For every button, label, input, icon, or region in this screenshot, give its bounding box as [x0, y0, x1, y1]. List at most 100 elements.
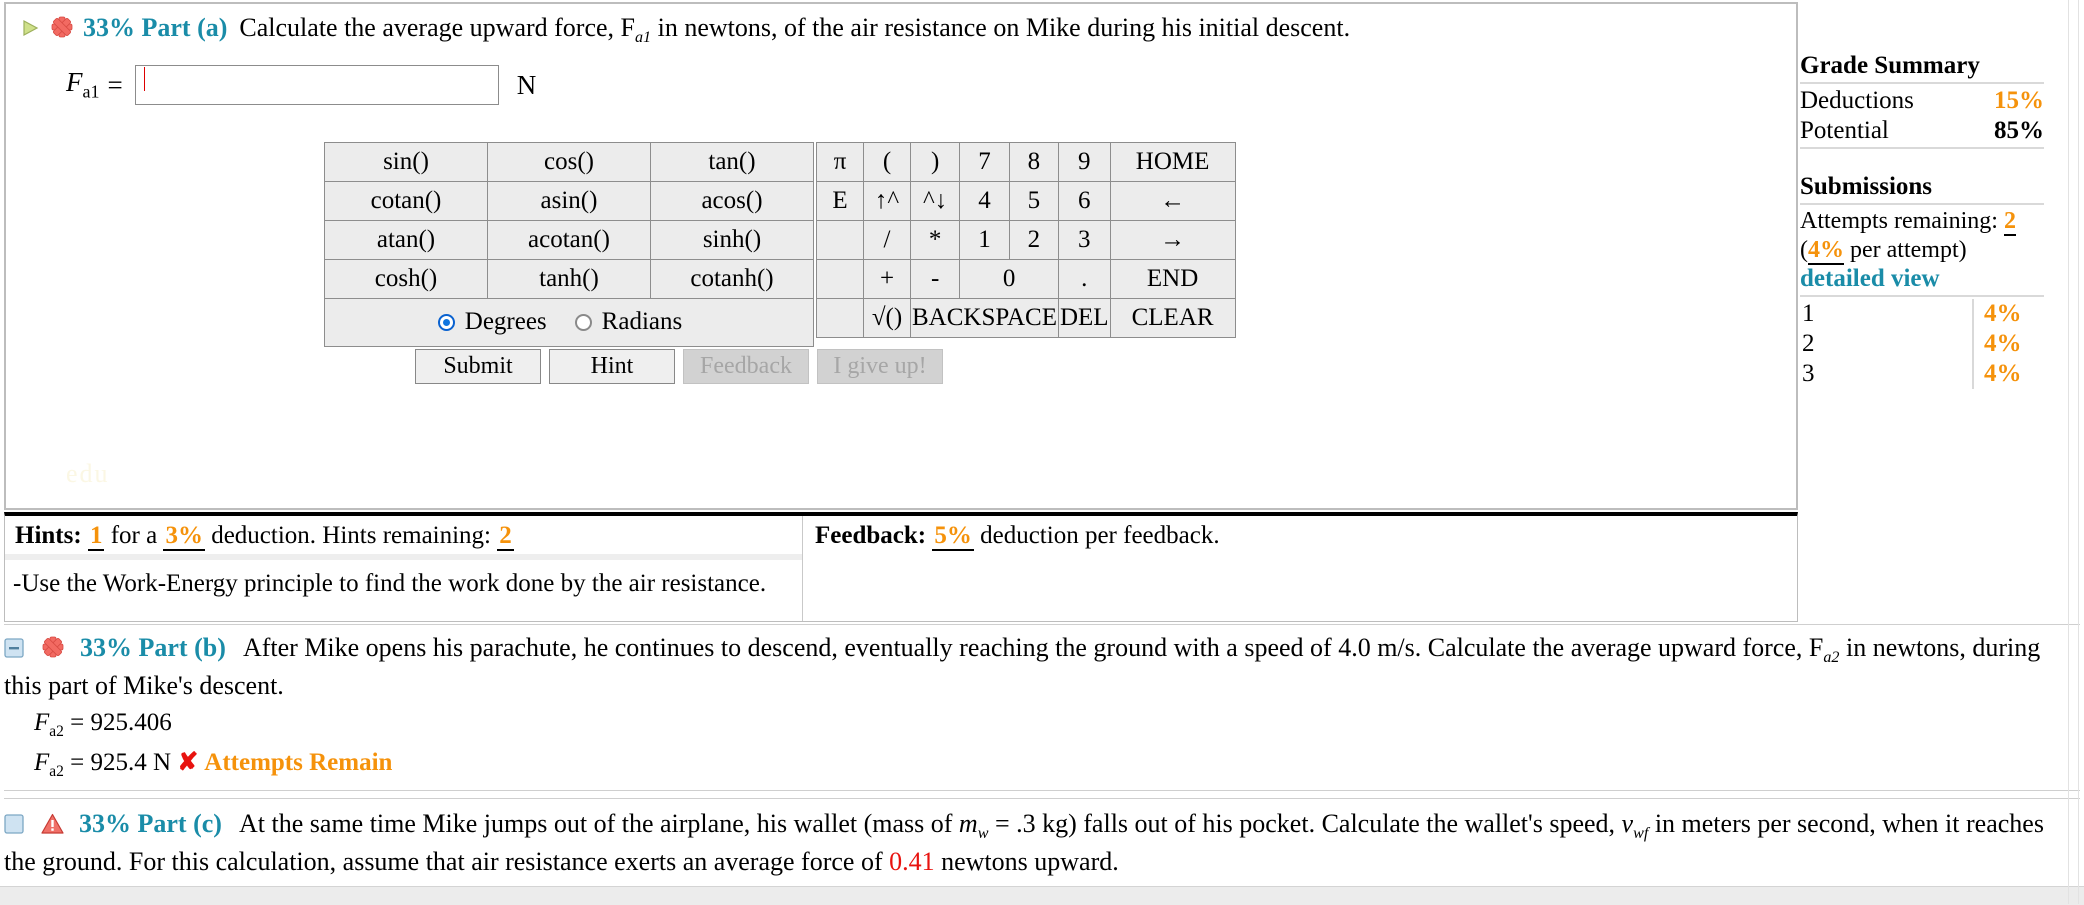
degrees-label: Degrees — [464, 308, 547, 335]
calc-key-0[interactable]: 0 — [959, 259, 1059, 299]
triangle-right-icon[interactable] — [20, 18, 40, 38]
part-c-header: 33% Part (c) At the same time Mike jumps… — [4, 807, 2080, 879]
part-b-result-rounded-value: = 925.4 N — [70, 748, 172, 776]
calc-key-end: END — [1109, 259, 1236, 299]
calc-key-sin[interactable]: sin() — [324, 142, 488, 182]
part-a-panel: 33% Part (a) Calculate the average upwar… — [4, 2, 1798, 510]
potential-label: Potential — [1800, 116, 1889, 144]
calc-key-arrow-right: → — [1109, 220, 1236, 260]
hints-for-a-text: for a — [110, 522, 158, 549]
calc-key-8[interactable]: 8 — [1008, 142, 1059, 182]
attempts-remaining-line: Attempts remaining: 2 — [1800, 207, 2044, 236]
hints-column: Hints: 1 for a 3% deduction. Hints remai… — [5, 516, 803, 621]
calc-key-sinh[interactable]: sinh() — [650, 220, 814, 260]
calc-key-asin[interactable]: asin() — [487, 181, 651, 221]
calc-key-cos[interactable]: cos() — [487, 142, 651, 182]
hints-feedback-bar: Hints: 1 for a 3% deduction. Hints remai… — [4, 512, 1798, 622]
part-c-mass-var: m — [958, 809, 978, 838]
text-caret — [144, 67, 145, 91]
calc-key-tanh[interactable]: tanh() — [487, 259, 651, 299]
calc-key-backspace: BACKSPACE — [910, 298, 1059, 338]
hints-used-count[interactable]: 1 — [87, 522, 105, 551]
calc-key-pi[interactable]: π — [816, 142, 864, 182]
part-a-answer-row: Fa1 = N — [66, 65, 1796, 106]
keypad-row: + - 0 . END — [816, 259, 1236, 299]
calc-key-minus[interactable]: - — [909, 259, 961, 299]
degrees-radio[interactable] — [437, 313, 455, 331]
calc-key-atan[interactable]: atan() — [324, 220, 488, 260]
part-a-label: 33% Part (a) — [83, 13, 228, 42]
calc-key-arrow-left: ← — [1109, 181, 1236, 221]
per-attempt-pct: 4% — [1808, 236, 1844, 265]
part-a-question-subscript: a1 — [635, 29, 652, 47]
function-row: atan() acotan() sinh() — [324, 220, 814, 260]
calc-key-cotan[interactable]: cotan() — [324, 181, 488, 221]
submit-button[interactable]: Submit — [415, 349, 541, 384]
feedback-header: Feedback: 5% deduction per feedback. — [803, 516, 1797, 554]
calc-key-tan[interactable]: tan() — [650, 142, 814, 182]
feedback-column: Feedback: 5% deduction per feedback. — [803, 516, 1797, 621]
calc-key-4[interactable]: 4 — [959, 181, 1010, 221]
part-a-question: Calculate the average upward force, Fa1 … — [239, 13, 1350, 47]
numeric-rows: π ( ) 7 8 9 HOME E ↑^ ^↓ 4 5 6 ← / * 1 2… — [816, 142, 1236, 338]
calc-key-cosh[interactable]: cosh() — [324, 259, 488, 299]
part-b-label: 33% Part (b) — [80, 633, 226, 662]
equals-sign: = — [107, 69, 123, 100]
hints-label: Hints: — [15, 522, 82, 549]
grade-summary-spacer — [1800, 151, 2044, 173]
calc-key-9[interactable]: 9 — [1057, 142, 1111, 182]
calc-key-2[interactable]: 2 — [1008, 220, 1059, 260]
bottom-strip — [0, 886, 2084, 905]
table-row: 1 4% — [1800, 298, 2044, 329]
feedback-deduction-pct[interactable]: 5% — [932, 522, 974, 551]
hints-deduction-pct[interactable]: 3% — [163, 522, 205, 551]
part-b-result-rounded: Fa2 = 925.4 N ✘ Attempts Remain — [34, 748, 2080, 782]
calc-key-acos[interactable]: acos() — [650, 181, 814, 221]
calc-key-cotanh[interactable]: cotanh() — [650, 259, 814, 299]
calc-key-acotan[interactable]: acotan() — [487, 220, 651, 260]
calc-key-1[interactable]: 1 — [959, 220, 1010, 260]
answer-input[interactable] — [134, 65, 499, 106]
red-star-icon — [41, 634, 65, 658]
calc-key-e[interactable]: E — [816, 181, 864, 221]
function-row: sin() cos() tan() — [324, 142, 814, 182]
function-row: cotan() asin() acos() — [324, 181, 814, 221]
keypad-row: E ↑^ ^↓ 4 5 6 ← — [816, 181, 1236, 221]
calc-key-del: DEL — [1057, 298, 1111, 338]
calc-key-6[interactable]: 6 — [1057, 181, 1111, 221]
warning-triangle-icon — [40, 810, 64, 834]
calculator-numeric-keys: π ( ) 7 8 9 HOME E ↑^ ^↓ 4 5 6 ← / * 1 2… — [816, 142, 1236, 338]
part-c-text-1: At the same time Mike jumps out of the a… — [239, 809, 959, 838]
collapse-square-icon[interactable] — [4, 809, 24, 834]
part-c-speed-var: v — [1621, 809, 1634, 838]
part-a-header: 33% Part (a) Calculate the average upwar… — [6, 4, 1796, 47]
radians-label: Radians — [601, 308, 683, 335]
calc-key-sqrt[interactable]: √() — [863, 298, 911, 338]
calc-key-5[interactable]: 5 — [1008, 181, 1059, 221]
part-b-panel: 33% Part (b) After Mike opens his parach… — [4, 624, 2080, 791]
part-b-result-subscript: a2 — [49, 723, 64, 741]
feedback-button: Feedback — [683, 349, 809, 384]
keypad-row: π ( ) 7 8 9 HOME — [816, 142, 1236, 182]
calc-key-home: HOME — [1109, 142, 1236, 182]
radians-radio[interactable] — [574, 313, 592, 331]
answer-variable-subscript: a1 — [82, 81, 100, 102]
part-b-header: 33% Part (b) After Mike opens his parach… — [4, 631, 2080, 702]
attempt-pct: 4% — [1972, 328, 2044, 359]
calc-key-decimal[interactable]: . — [1057, 259, 1111, 299]
answer-variable-label: Fa1 — [66, 67, 100, 102]
part-c-question: At the same time Mike jumps out of the a… — [4, 809, 2044, 876]
detailed-view-link[interactable]: detailed view — [1800, 265, 2044, 293]
hint-button[interactable]: Hint — [549, 349, 675, 384]
deductions-value: 15% — [1994, 87, 2044, 114]
part-b-result-raw-value: = 925.406 — [70, 709, 172, 737]
calc-key-7[interactable]: 7 — [959, 142, 1010, 182]
hint-body-text: -Use the Work-Energy principle to find t… — [13, 570, 767, 597]
calc-key-open-paren[interactable]: ( — [863, 142, 911, 182]
calc-key-3[interactable]: 3 — [1057, 220, 1111, 260]
function-rows: sin() cos() tan() cotan() asin() acos() … — [324, 142, 814, 347]
collapse-square-icon[interactable] — [4, 633, 24, 658]
hints-remaining-count[interactable]: 2 — [497, 522, 514, 551]
calc-key-plus[interactable]: + — [863, 259, 911, 299]
submissions-divider — [1800, 203, 2044, 205]
